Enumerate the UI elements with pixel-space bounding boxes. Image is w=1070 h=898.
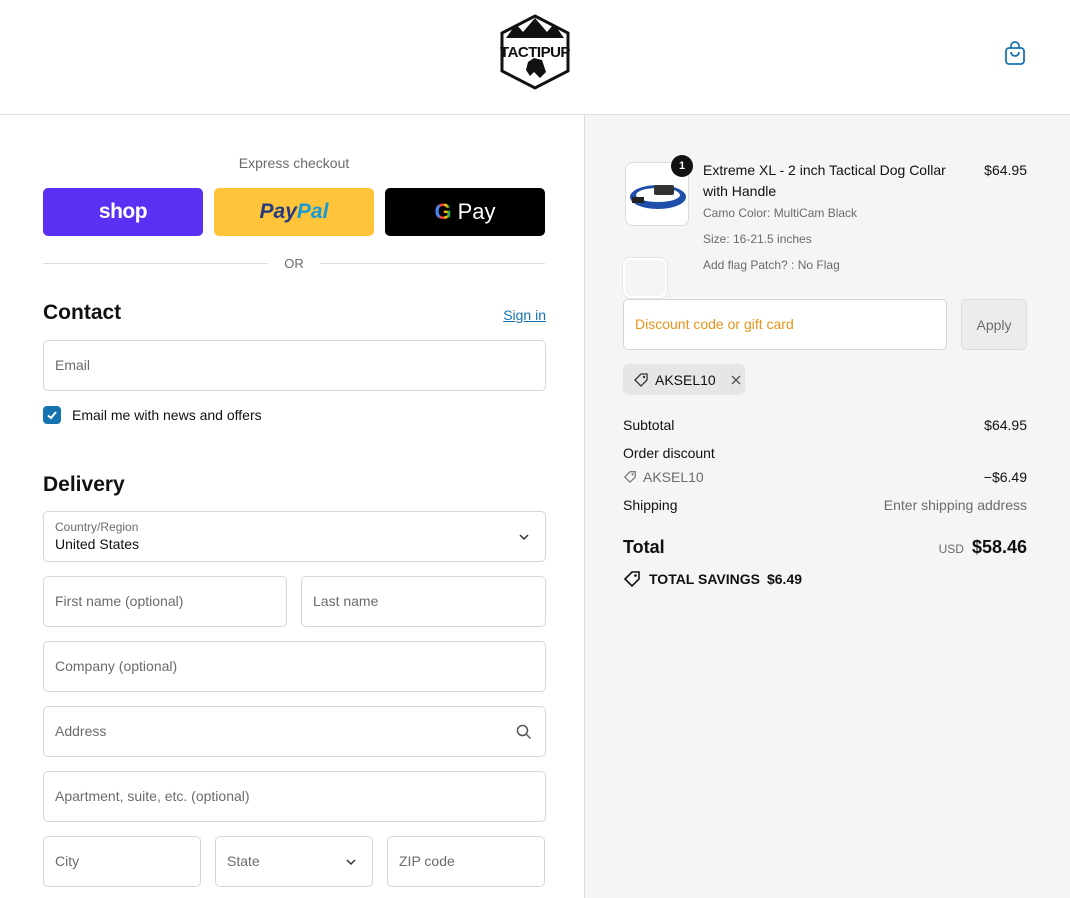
sign-in-link[interactable]: Sign in — [488, 307, 546, 323]
email-placeholder: Email — [55, 357, 91, 373]
google-g-icon: G — [434, 199, 452, 224]
product-size: Size: 16-21.5 inches — [703, 232, 812, 246]
tag-icon — [623, 571, 640, 588]
shopping-bag-icon — [1005, 41, 1025, 65]
total-row: Total USD $58.46 — [623, 537, 1027, 558]
city-placeholder: City — [55, 853, 80, 869]
close-icon[interactable] — [730, 374, 742, 386]
order-discount-row: Order discount — [623, 445, 1027, 461]
paypal-button[interactable]: Pay Pal — [214, 188, 374, 236]
apartment-placeholder: Apartment, suite, etc. (optional) — [55, 788, 250, 804]
google-pay-button[interactable]: G Pay — [385, 188, 545, 236]
search-icon[interactable] — [515, 723, 533, 741]
total-savings-label: TOTAL SAVINGS — [649, 571, 760, 587]
zip-field[interactable]: ZIP code — [387, 836, 545, 887]
country-label: Country/Region — [55, 520, 139, 534]
city-field[interactable]: City — [43, 836, 201, 887]
address-placeholder: Address — [55, 723, 107, 739]
first-name-placeholder: First name (optional) — [55, 593, 184, 609]
shipping-row: Shipping Enter shipping address — [623, 497, 1027, 513]
first-name-field[interactable]: First name (optional) — [43, 576, 287, 627]
shipping-label: Shipping — [623, 497, 678, 513]
tag-icon — [623, 471, 636, 484]
newsletter-label: Email me with news and offers — [72, 407, 262, 423]
discount-code-label: AKSEL10 — [643, 469, 704, 485]
cart-button[interactable] — [1003, 40, 1027, 66]
shop-pay-label: shop — [98, 200, 148, 223]
or-text: OR — [284, 256, 304, 271]
discount-placeholder: Discount code or gift card — [635, 316, 794, 332]
applied-discount-chip: AKSEL10 — [623, 364, 745, 395]
header: TACTIPUP — [0, 0, 1070, 115]
contact-title: Contact — [43, 301, 122, 324]
total-amount: USD $58.46 — [939, 537, 1027, 558]
product-color: Camo Color: MultiCam Black — [703, 206, 858, 220]
quantity-badge: 1 — [671, 155, 693, 177]
address-field[interactable]: Address — [43, 706, 546, 757]
shop-pay-button[interactable]: shop — [43, 188, 203, 236]
checkmark-icon — [47, 411, 57, 420]
checkout-form-panel: Express checkout shop Pay Pal G Pay OR Co… — [0, 115, 585, 898]
product-thumbnail-secondary — [623, 258, 667, 298]
product-price: $64.95 — [984, 162, 1027, 178]
last-name-placeholder: Last name — [313, 593, 379, 609]
discount-value: −$6.49 — [983, 469, 1027, 485]
total-value: $58.46 — [971, 537, 1027, 557]
or-divider: OR — [43, 255, 545, 271]
email-field[interactable]: Email — [43, 340, 546, 391]
apply-button[interactable]: Apply — [961, 299, 1027, 350]
total-label: Total — [623, 537, 665, 557]
newsletter-checkbox-row[interactable]: Email me with news and offers — [43, 405, 262, 425]
company-placeholder: Company (optional) — [55, 658, 178, 674]
country-value: United States — [55, 536, 140, 552]
shipping-value: Enter shipping address — [883, 497, 1027, 513]
paypal-label-pay: Pay — [259, 200, 297, 223]
subtotal-label: Subtotal — [623, 417, 675, 433]
total-savings-value: $6.49 — [766, 571, 803, 587]
brand-name: TACTIPUP — [500, 44, 570, 61]
tag-icon — [634, 372, 648, 387]
product-title: Extreme XL - 2 inch Tactical Dog Collar … — [703, 162, 946, 199]
chevron-down-icon — [519, 534, 529, 541]
newsletter-checkbox[interactable] — [43, 406, 61, 424]
company-field[interactable]: Company (optional) — [43, 641, 546, 692]
discount-code-info: AKSEL10 — [623, 469, 704, 485]
apartment-field[interactable]: Apartment, suite, etc. (optional) — [43, 771, 546, 822]
applied-code-label: AKSEL10 — [655, 371, 716, 388]
country-select[interactable]: Country/Region United States — [43, 511, 546, 562]
state-select[interactable]: State — [215, 836, 373, 887]
express-checkout-title: Express checkout — [238, 155, 350, 171]
discount-code-row: AKSEL10 −$6.49 — [623, 469, 1027, 485]
delivery-title: Delivery — [43, 473, 125, 496]
order-summary-panel: 1 Extreme XL - 2 inch Tactical Dog Colla… — [585, 115, 1070, 898]
last-name-field[interactable]: Last name — [301, 576, 546, 627]
subtotal-row: Subtotal $64.95 — [623, 417, 1027, 433]
state-placeholder: State — [227, 853, 260, 869]
zip-placeholder: ZIP code — [399, 853, 455, 869]
discount-code-input[interactable]: Discount code or gift card — [623, 299, 947, 350]
product-patch: Add flag Patch? : No Flag — [703, 258, 840, 272]
paypal-label-pal: Pal — [296, 200, 329, 223]
currency-code: USD — [938, 542, 964, 556]
chevron-down-icon — [346, 859, 356, 866]
google-pay-label: Pay — [457, 199, 496, 224]
order-discount-label: Order discount — [623, 445, 715, 461]
total-savings: TOTAL SAVINGS $6.49 — [623, 570, 802, 588]
subtotal-value: $64.95 — [984, 417, 1027, 433]
tactipup-logo[interactable]: TACTIPUP — [498, 14, 572, 90]
